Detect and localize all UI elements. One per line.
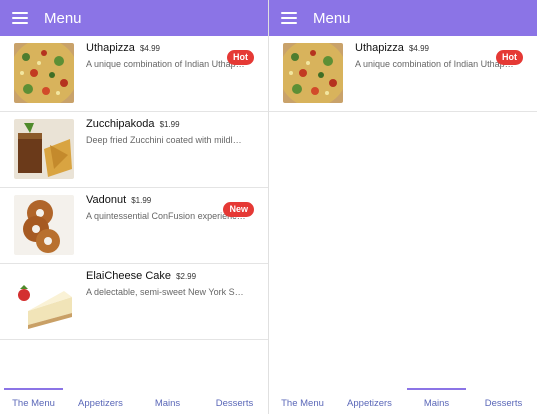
dish-price: $4.99: [139, 44, 161, 53]
tab-the-menu[interactable]: The Menu: [0, 388, 67, 414]
dish-description: A delectable, semi-sweet New York Style …: [86, 287, 246, 297]
tab-desserts[interactable]: Desserts: [470, 388, 537, 414]
dish-description: A unique combination of Indian Uthappam …: [86, 59, 246, 69]
bottom-tab-bar: The Menu Appetizers Mains Desserts: [269, 388, 537, 414]
tab-desserts[interactable]: Desserts: [201, 388, 268, 414]
new-badge: New: [223, 202, 254, 217]
dish-title-row: Uthapizza $4.99: [86, 42, 160, 54]
elaicheese-cake-image: [14, 271, 74, 331]
dish-title-row: Zucchipakoda $1.99: [86, 118, 180, 130]
dish-item-elaicheese-cake[interactable]: ElaiCheese Cake $2.99 A delectable, semi…: [0, 264, 268, 340]
dish-name: Uthapizza: [86, 42, 135, 54]
dish-item-vadonut[interactable]: Vadonut $1.99 A quintessential ConFusion…: [0, 188, 268, 264]
uthapizza-image: [283, 43, 343, 103]
dish-item-uthapizza[interactable]: Uthapizza $4.99 A unique combination of …: [0, 36, 268, 112]
app-bar-title: Menu: [44, 9, 82, 27]
dish-list: Uthapizza $4.99 A unique combination of …: [269, 36, 537, 112]
tab-mains[interactable]: Mains: [403, 388, 470, 414]
tab-appetizers[interactable]: Appetizers: [336, 388, 403, 414]
dish-name: Zucchipakoda: [86, 118, 155, 130]
dish-list: Uthapizza $4.99 A unique combination of …: [0, 36, 268, 340]
bottom-tab-bar: The Menu Appetizers Mains Desserts: [0, 388, 268, 414]
menu-screen-right: Menu Uthapizza $4.99 A unique combinatio…: [269, 0, 537, 414]
dish-price: $4.99: [408, 44, 430, 53]
dish-item-zucchipakoda[interactable]: Zucchipakoda $1.99 Deep fried Zucchini c…: [0, 112, 268, 188]
dish-item-uthapizza[interactable]: Uthapizza $4.99 A unique combination of …: [269, 36, 537, 112]
hamburger-menu-icon[interactable]: [0, 0, 40, 36]
zucchipakoda-image: [14, 119, 74, 179]
app-bar: Menu: [0, 0, 268, 36]
dish-name: Uthapizza: [355, 42, 404, 54]
hot-badge: Hot: [227, 50, 254, 65]
dish-name: ElaiCheese Cake: [86, 270, 171, 282]
tab-the-menu[interactable]: The Menu: [269, 388, 336, 414]
dish-description: A quintessential ConFusion experience, i…: [86, 211, 246, 221]
dish-title-row: Uthapizza $4.99: [355, 42, 429, 54]
dish-name: Vadonut: [86, 194, 127, 206]
dish-price: $1.99: [159, 120, 180, 129]
hot-badge: Hot: [496, 50, 523, 65]
hamburger-menu-icon[interactable]: [269, 0, 309, 36]
dish-description: Deep fried Zucchini coated with mildly s…: [86, 135, 246, 145]
dish-price: $1.99: [131, 196, 152, 205]
app-bar-title: Menu: [313, 9, 351, 27]
dish-description: A unique combination of Indian Uthappam …: [355, 59, 515, 69]
dish-price: $2.99: [176, 272, 197, 281]
app-bar: Menu: [269, 0, 537, 36]
uthapizza-image: [14, 43, 74, 103]
tab-mains[interactable]: Mains: [134, 388, 201, 414]
vadonut-image: [14, 195, 74, 255]
tab-appetizers[interactable]: Appetizers: [67, 388, 134, 414]
menu-screen-left: Menu Uthapizza $4.99 A unique combinatio…: [0, 0, 268, 414]
dish-title-row: Vadonut $1.99: [86, 194, 151, 206]
dish-title-row: ElaiCheese Cake $2.99: [86, 270, 196, 282]
